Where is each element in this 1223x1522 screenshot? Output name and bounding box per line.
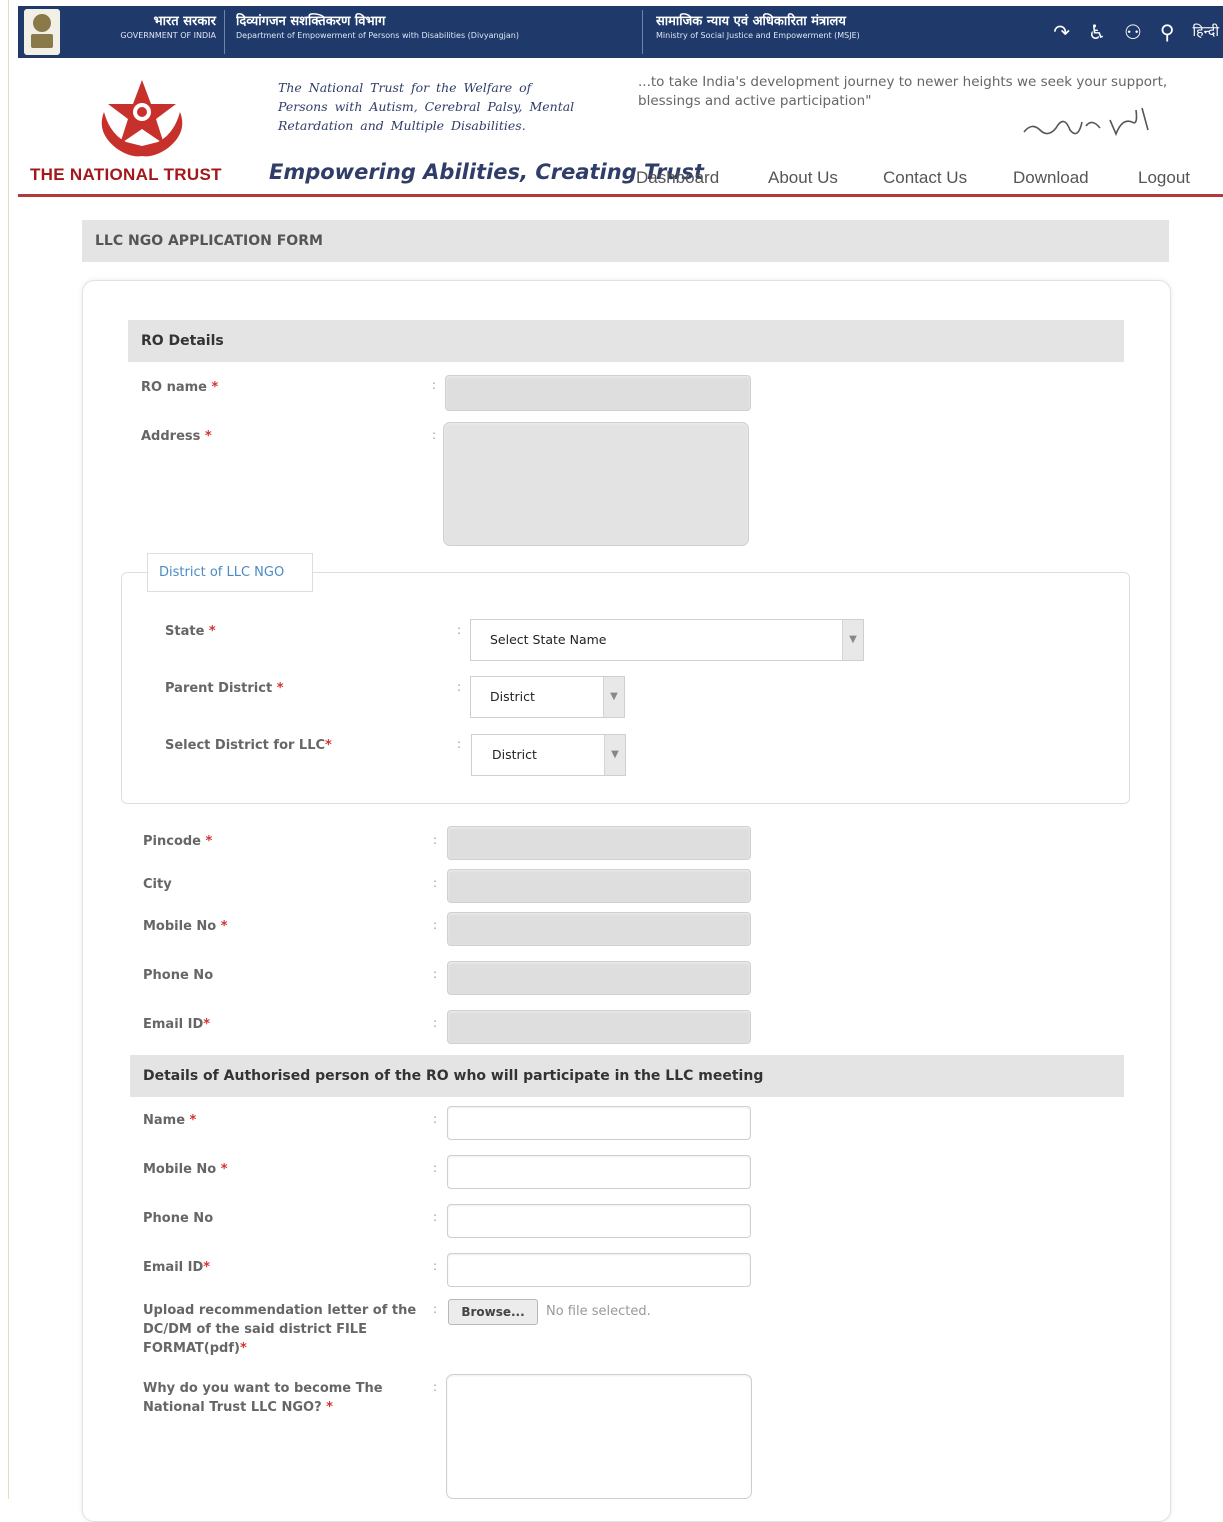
- signature-icon: [1023, 107, 1149, 137]
- ro-name-input[interactable]: [445, 375, 751, 411]
- auth-name-label: Name *: [143, 1113, 197, 1128]
- org-name: THE NATIONAL TRUST: [30, 165, 222, 184]
- national-emblem-icon: [24, 9, 60, 55]
- authorised-person-title: Details of Authorised person of the RO w…: [143, 1068, 764, 1084]
- ro-phone-input[interactable]: [447, 961, 751, 995]
- accessibility-icon[interactable]: ♿: [1088, 21, 1106, 43]
- ro-email-input[interactable]: [447, 1010, 751, 1044]
- auth-name-input[interactable]: [447, 1106, 751, 1140]
- ro-name-label: RO name *: [141, 380, 219, 395]
- auth-mobile-label: Mobile No *: [143, 1162, 228, 1177]
- why-llc-label: Why do you want to become The National T…: [143, 1381, 383, 1415]
- page-left-border: [8, 0, 9, 1499]
- header-divider: [18, 194, 1223, 197]
- govt-hindi: भारत सरकार: [153, 14, 216, 29]
- ministry-block[interactable]: सामाजिक न्याय एवं अधिकारिता मंत्रालय Min…: [656, 13, 976, 53]
- parent-district-label: Parent District *: [165, 681, 284, 696]
- main-navigation: Dashboard About Us Contact Us Download L…: [636, 168, 1220, 190]
- auth-phone-input[interactable]: [447, 1204, 751, 1238]
- city-input[interactable]: [447, 869, 751, 903]
- pincode-input[interactable]: [447, 826, 751, 860]
- national-trust-logo-icon: [101, 80, 183, 157]
- authorised-person-header: Details of Authorised person of the RO w…: [130, 1055, 1124, 1097]
- address-textarea[interactable]: [443, 422, 749, 546]
- nav-about-us[interactable]: About Us: [768, 168, 838, 188]
- address-label: Address *: [141, 429, 212, 444]
- state-label: State *: [165, 624, 216, 639]
- why-llc-textarea[interactable]: [446, 1374, 752, 1499]
- chevron-down-icon: ▼: [604, 735, 625, 775]
- ro-mobile-input[interactable]: [447, 912, 751, 946]
- no-file-status: No file selected.: [546, 1304, 651, 1319]
- pincode-label: Pincode *: [143, 834, 213, 849]
- ro-details-title: RO Details: [141, 333, 224, 349]
- city-label: City: [143, 877, 172, 892]
- trust-description: The National Trust for the Welfare of Pe…: [278, 80, 575, 133]
- chevron-down-icon: ▼: [842, 620, 863, 660]
- llc-district-label: Select District for LLC*: [165, 738, 332, 753]
- ministry-hindi: सामाजिक न्याय एवं अधिकारिता मंत्रालय: [656, 14, 846, 29]
- dept-hindi: दिव्यांगजन सशक्तिकरण विभाग: [236, 14, 386, 29]
- nav-logout[interactable]: Logout: [1138, 168, 1190, 188]
- auth-mobile-input[interactable]: [447, 1155, 751, 1189]
- auth-email-input[interactable]: [447, 1253, 751, 1287]
- accessibility-toolbar: ↷ ♿ ⚇ ⚲ हिन्दी: [1053, 6, 1223, 58]
- page-title: LLC NGO APPLICATION FORM: [95, 233, 323, 249]
- llc-district-select[interactable]: District ▼: [471, 734, 626, 776]
- search-icon[interactable]: ⚲: [1160, 21, 1175, 43]
- nav-download[interactable]: Download: [1013, 168, 1089, 188]
- ro-email-label: Email ID*: [143, 1017, 211, 1032]
- govt-english: GOVERNMENT OF INDIA: [120, 31, 216, 40]
- auth-phone-label: Phone No: [143, 1211, 214, 1226]
- nav-dashboard[interactable]: Dashboard: [636, 168, 719, 188]
- ro-details-header: RO Details: [128, 320, 1124, 362]
- ro-mobile-label: Mobile No *: [143, 919, 228, 934]
- nav-contact-us[interactable]: Contact Us: [883, 168, 967, 188]
- department-block[interactable]: दिव्यांगजन सशक्तिकरण विभाग Department of…: [236, 13, 636, 53]
- browse-button[interactable]: Browse...: [448, 1299, 538, 1325]
- skip-to-content-icon[interactable]: ↷: [1053, 21, 1070, 43]
- upload-letter-label: Upload recommendation letter of the DC/D…: [143, 1303, 417, 1356]
- chevron-down-icon: ▼: [603, 677, 624, 717]
- dept-english: Department of Empowerment of Persons wit…: [236, 31, 519, 40]
- ro-phone-label: Phone No: [143, 968, 214, 983]
- auth-email-label: Email ID*: [143, 1260, 211, 1275]
- hindi-language-link[interactable]: हिन्दी: [1193, 21, 1219, 43]
- sitemap-icon[interactable]: ⚇: [1124, 21, 1142, 43]
- ministry-english: Ministry of Social Justice and Empowerme…: [656, 31, 860, 40]
- district-legend: District of LLC NGO: [147, 553, 313, 592]
- government-top-bar: भारत सरकार GOVERNMENT OF INDIA दिव्यांगज…: [18, 6, 1223, 58]
- page-title-bar: LLC NGO APPLICATION FORM: [82, 220, 1169, 262]
- govt-of-india-block: भारत सरकार GOVERNMENT OF INDIA: [80, 13, 216, 53]
- parent-district-select[interactable]: District ▼: [470, 676, 625, 718]
- state-select[interactable]: Select State Name ▼: [470, 619, 864, 661]
